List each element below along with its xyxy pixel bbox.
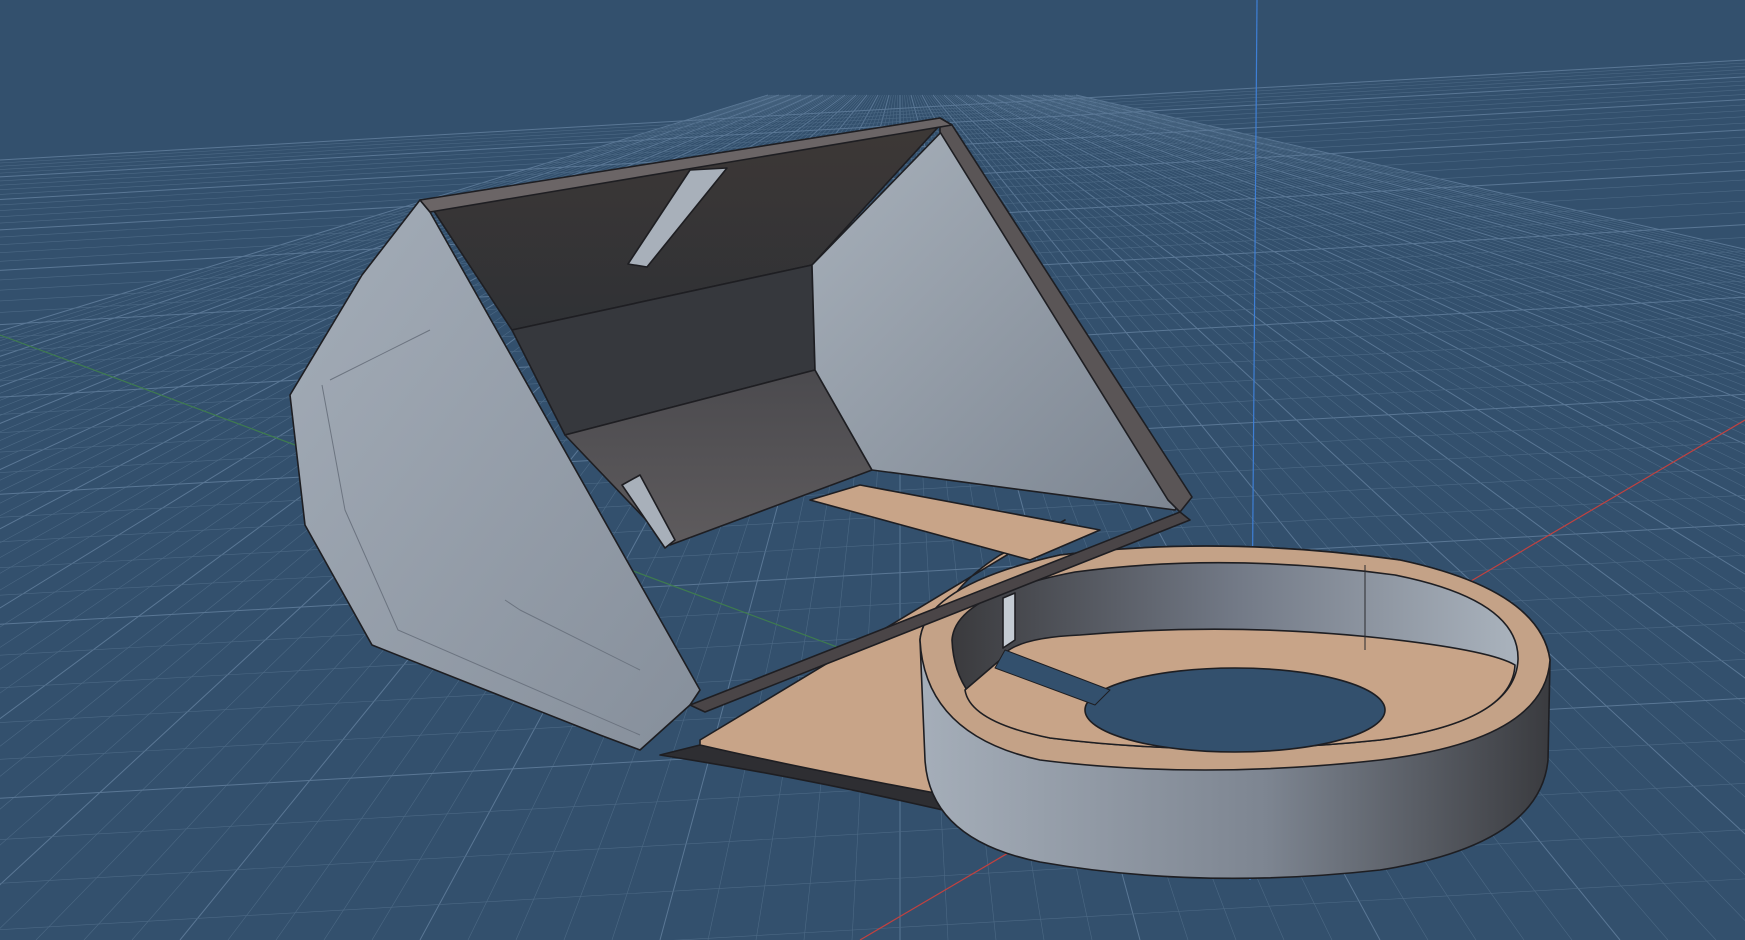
ring-notch[interactable] xyxy=(1002,592,1016,649)
3d-viewport[interactable] xyxy=(0,0,1745,940)
ring-center-hole[interactable] xyxy=(1084,667,1386,753)
viewport-canvas[interactable] xyxy=(0,0,1745,940)
